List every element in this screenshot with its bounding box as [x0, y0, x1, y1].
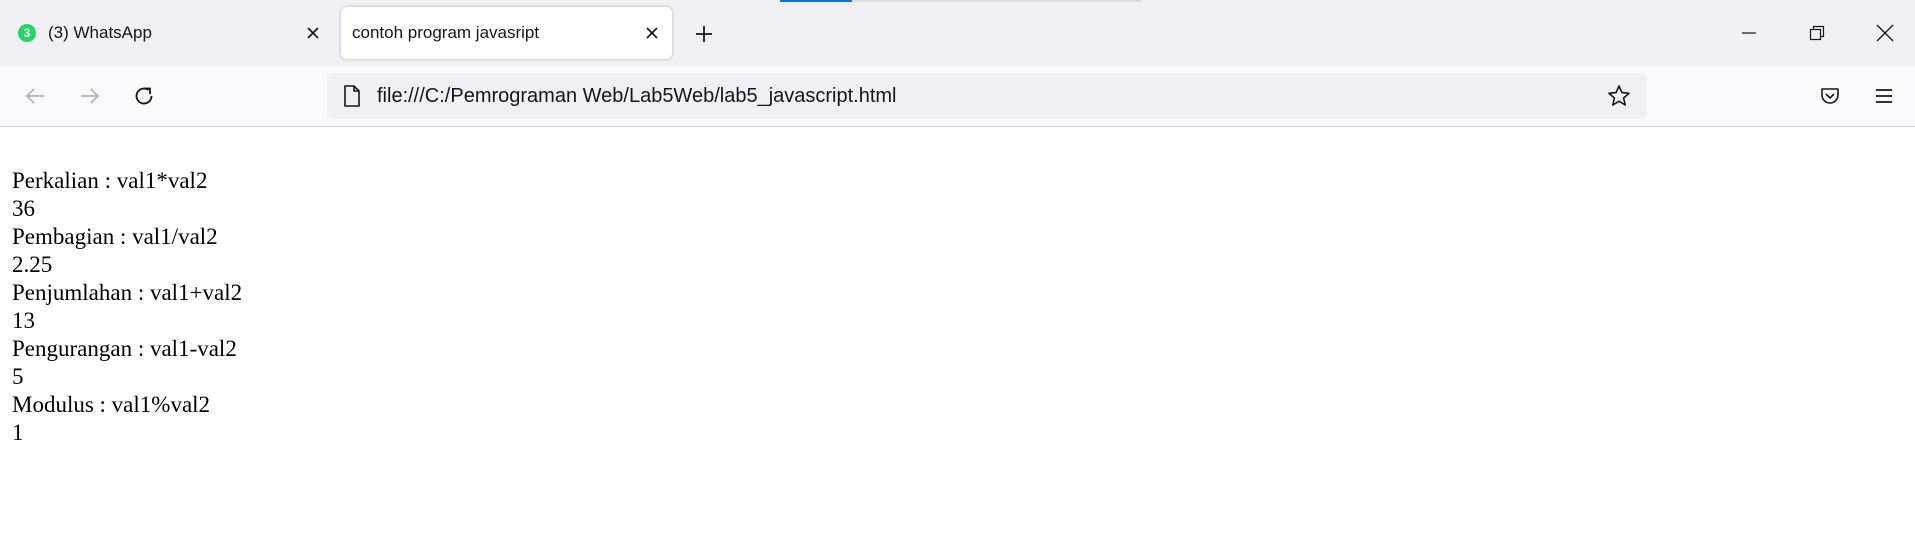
pocket-icon[interactable] — [1810, 76, 1850, 116]
restore-icon[interactable] — [1794, 12, 1840, 54]
result-label-divide: Pembagian : val1/val2 — [12, 224, 218, 249]
tab-javascript[interactable]: contoh program javasript — [341, 7, 672, 59]
close-icon[interactable] — [632, 13, 672, 53]
back-arrow-icon[interactable] — [15, 76, 55, 116]
result-label-subtract: Pengurangan : val1-val2 — [12, 336, 237, 361]
result-label-multiply: Perkalian : val1*val2 — [12, 168, 208, 193]
reload-icon[interactable] — [124, 76, 164, 116]
page-content: Perkalian : val1*val2 36 Pembagian : val… — [12, 167, 242, 447]
address-bar[interactable]: file:///C:/Pemrograman Web/Lab5Web/lab5_… — [327, 73, 1647, 119]
tab-strip: 3 (3) WhatsApp contoh program javasript — [0, 0, 1915, 66]
result-label-add: Penjumlahan : val1+val2 — [12, 280, 243, 305]
minimize-icon[interactable] — [1726, 12, 1772, 54]
result-value-multiply: 36 — [12, 196, 35, 221]
result-value-subtract: 5 — [12, 364, 24, 389]
hamburger-menu-icon[interactable] — [1864, 76, 1904, 116]
forward-arrow-icon[interactable] — [70, 76, 110, 116]
plus-icon[interactable] — [684, 14, 724, 54]
window-close-icon[interactable] — [1862, 12, 1908, 54]
page-icon — [341, 85, 363, 107]
result-value-add: 13 — [12, 308, 35, 333]
result-value-modulus: 1 — [12, 420, 24, 445]
whatsapp-badge-icon: 3 — [18, 24, 36, 42]
star-icon[interactable] — [1601, 78, 1637, 114]
url-text[interactable]: file:///C:/Pemrograman Web/Lab5Web/lab5_… — [377, 85, 897, 108]
tab-title: contoh program javasript — [352, 23, 540, 42]
close-icon[interactable] — [293, 13, 333, 53]
tab-title: (3) WhatsApp — [48, 23, 152, 42]
tab-whatsapp[interactable]: 3 (3) WhatsApp — [8, 7, 333, 59]
result-value-divide: 2.25 — [12, 252, 53, 277]
loading-indicator — [780, 0, 1141, 2]
navigation-toolbar: file:///C:/Pemrograman Web/Lab5Web/lab5_… — [0, 66, 1915, 127]
result-label-modulus: Modulus : val1%val2 — [12, 392, 211, 417]
